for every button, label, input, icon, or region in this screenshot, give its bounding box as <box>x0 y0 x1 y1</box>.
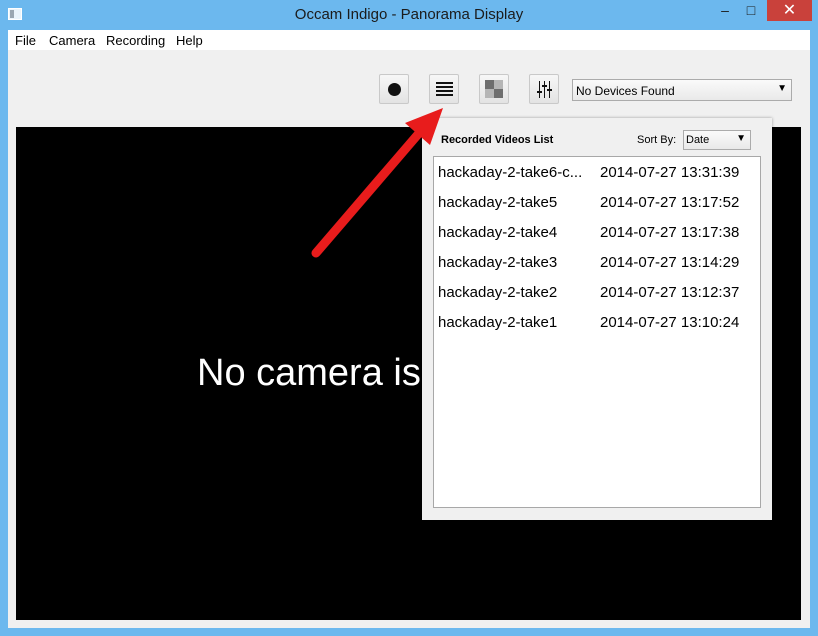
menu-help[interactable]: Help <box>176 33 203 48</box>
menu-bar: File Camera Recording Help <box>8 30 810 50</box>
video-date: 2014-07-27 13:14:29 <box>600 254 740 271</box>
no-camera-message: No camera is <box>197 352 421 394</box>
display-mode-button[interactable] <box>479 74 509 104</box>
application-window: Occam Indigo - Panorama Display ‒ □ ✕ Fi… <box>0 0 818 636</box>
video-date: 2014-07-27 13:17:52 <box>600 194 740 211</box>
list-item[interactable]: hackaday-2-take2 2014-07-27 13:12:37 <box>434 277 760 307</box>
video-date: 2014-07-27 13:12:37 <box>600 284 740 301</box>
video-list[interactable]: hackaday-2-take6-c... 2014-07-27 13:31:3… <box>433 156 761 508</box>
video-date: 2014-07-27 13:10:24 <box>600 314 740 331</box>
video-name: hackaday-2-take3 <box>438 254 558 271</box>
video-name: hackaday-2-take1 <box>438 314 558 331</box>
settings-button[interactable] <box>529 74 559 104</box>
video-name: hackaday-2-take6-c... <box>438 164 583 181</box>
sort-by-value: Date <box>686 134 710 146</box>
sort-by-select[interactable]: Date ▼ <box>683 130 751 150</box>
sort-by-label: Sort By: <box>637 134 677 146</box>
list-item[interactable]: hackaday-2-take6-c... 2014-07-27 13:31:3… <box>434 157 760 187</box>
minimize-button[interactable]: ‒ <box>712 0 738 21</box>
chevron-down-icon: ▼ <box>736 133 746 144</box>
video-name: hackaday-2-take2 <box>438 284 558 301</box>
menu-file[interactable]: File <box>15 33 36 48</box>
window-title: Occam Indigo - Panorama Display <box>294 6 524 23</box>
sliders-icon <box>536 81 553 98</box>
video-date: 2014-07-27 13:31:39 <box>600 164 740 181</box>
chevron-down-icon: ▼ <box>777 83 787 94</box>
close-button[interactable]: ✕ <box>767 0 812 21</box>
list-item[interactable]: hackaday-2-take1 2014-07-27 13:10:24 <box>434 307 760 337</box>
list-item[interactable]: hackaday-2-take4 2014-07-27 13:17:38 <box>434 217 760 247</box>
maximize-button[interactable]: □ <box>738 0 764 21</box>
annotation-arrow-icon <box>311 108 443 258</box>
device-select[interactable]: No Devices Found ▼ <box>572 79 792 101</box>
video-name: hackaday-2-take4 <box>438 224 558 241</box>
list-icon <box>436 82 453 98</box>
list-item[interactable]: hackaday-2-take5 2014-07-27 13:17:52 <box>434 187 760 217</box>
menu-camera[interactable]: Camera <box>49 33 95 48</box>
device-select-value: No Devices Found <box>576 84 675 98</box>
title-bar[interactable]: Occam Indigo - Panorama Display ‒ □ ✕ <box>0 0 818 30</box>
checkerboard-icon <box>485 80 503 98</box>
record-icon <box>388 83 401 96</box>
video-name: hackaday-2-take5 <box>438 194 558 211</box>
menu-recording[interactable]: Recording <box>106 33 165 48</box>
recorded-videos-panel: Recorded Videos List Sort By: Date ▼ hac… <box>422 118 772 520</box>
video-date: 2014-07-27 13:17:38 <box>600 224 740 241</box>
list-item[interactable]: hackaday-2-take3 2014-07-27 13:14:29 <box>434 247 760 277</box>
panel-title: Recorded Videos List <box>441 134 554 146</box>
